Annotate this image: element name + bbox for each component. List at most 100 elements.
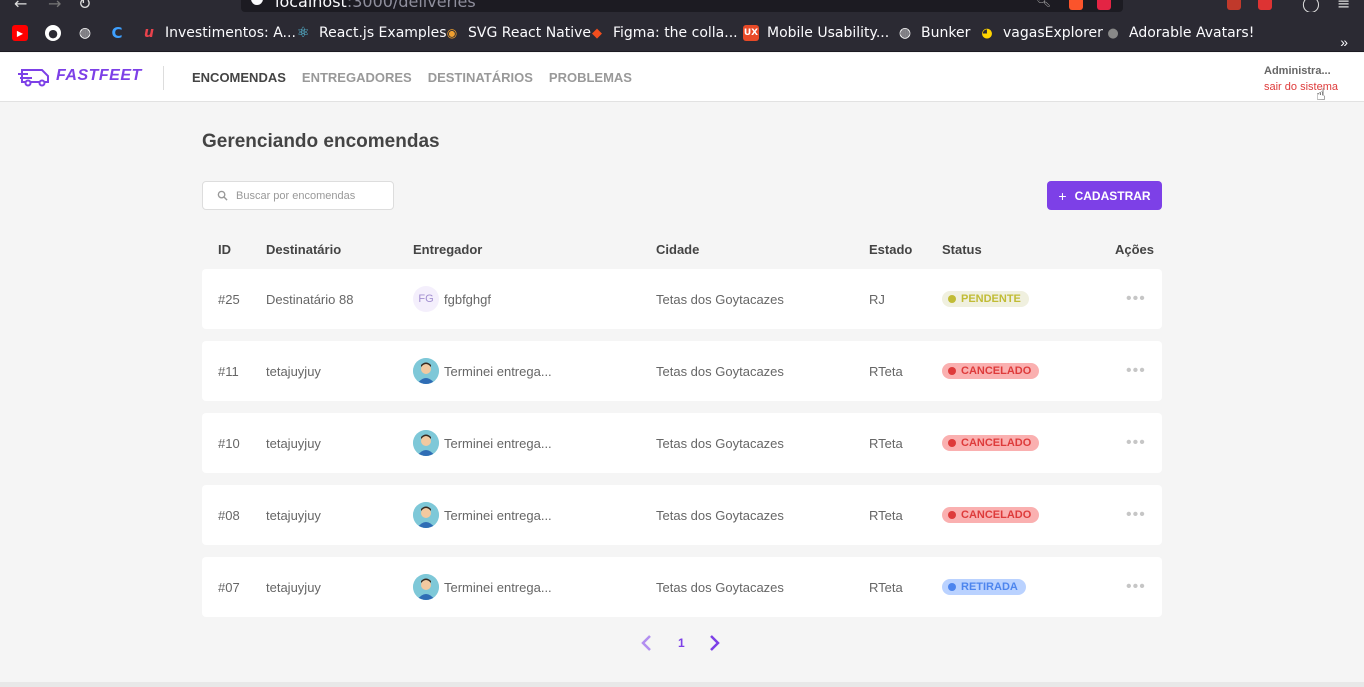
bookmark-figma[interactable]: ◆ Figma: the colla...	[589, 24, 738, 42]
status-dot-icon	[948, 511, 956, 519]
bookmarks-overflow-icon[interactable]: »	[1340, 34, 1348, 50]
bookmark-youtube[interactable]: ▶	[12, 24, 36, 42]
chevron-left-icon[interactable]	[640, 634, 652, 652]
cell-actions: •••	[1126, 413, 1146, 473]
logout-link[interactable]: sair do sistema	[1264, 81, 1338, 93]
avatar-person-icon	[413, 358, 439, 384]
horizontal-scrollbar[interactable]	[0, 682, 1364, 687]
cell-status: CANCELADO	[942, 413, 1040, 473]
cell-status: RETIRADA	[942, 557, 1026, 617]
status-badge: PENDENTE	[942, 291, 1029, 307]
cell-city: Tetas dos Goytacazes	[656, 579, 784, 595]
react-icon: ⚛	[296, 25, 310, 41]
rewards-icon[interactable]	[1097, 0, 1111, 10]
logo[interactable]: FASTFEET	[18, 65, 142, 87]
cell-actions: •••	[1126, 341, 1146, 401]
status-dot-icon	[948, 367, 956, 375]
cell-id: #07	[218, 579, 240, 595]
cell-recipient: tetajuyjuy	[266, 363, 321, 379]
account-icon[interactable]: ◯	[1302, 0, 1320, 12]
courier-name: Terminei entrega...	[444, 363, 552, 379]
avatar	[413, 574, 439, 600]
url-text: localhost:3000/deliveries	[275, 0, 476, 11]
bookmark-vagas-explorer[interactable]: ◕ vagasExplorer	[979, 24, 1103, 42]
github-icon: ●	[45, 25, 61, 41]
cell-courier: Terminei entrega...	[413, 413, 552, 473]
bookmark-mobile-usability[interactable]: UX Mobile Usability...	[743, 24, 889, 42]
logo-text: FASTFEET	[56, 67, 142, 84]
user-name: Administra...	[1264, 65, 1331, 77]
more-horizontal-icon[interactable]: •••	[1126, 434, 1146, 452]
person-icon: ●	[1107, 25, 1119, 41]
cell-id: #08	[218, 507, 240, 523]
avatar-person-icon	[413, 574, 439, 600]
youtube-icon: ▶	[12, 25, 28, 41]
col-header-actions: Ações	[1115, 242, 1155, 257]
cell-state: RTeta	[869, 507, 903, 523]
cell-city: Tetas dos Goytacazes	[656, 507, 784, 523]
cell-city: Tetas dos Goytacazes	[656, 363, 784, 379]
cell-status: PENDENTE	[942, 269, 1029, 329]
brave-shield-icon[interactable]	[1069, 0, 1083, 10]
search-input[interactable]	[236, 189, 376, 202]
more-horizontal-icon[interactable]: •••	[1126, 362, 1146, 380]
nav-encomendas[interactable]: ENCOMENDAS	[192, 70, 286, 85]
cell-courier: FG fgbfghgf	[413, 269, 491, 329]
status-dot-icon	[948, 583, 956, 591]
bookmark-globe[interactable]: ◍	[77, 24, 101, 42]
avatar	[413, 358, 439, 384]
extension-2-icon[interactable]	[1258, 0, 1272, 10]
add-delivery-button[interactable]: + CADASTRAR	[1047, 181, 1162, 210]
search-icon	[217, 190, 228, 201]
col-header-city: Cidade	[656, 242, 700, 257]
more-horizontal-icon[interactable]: •••	[1126, 578, 1146, 596]
courier-name: fgbfghgf	[444, 291, 491, 307]
globe-icon: ◍	[78, 25, 92, 41]
site-info-icon[interactable]	[251, 0, 263, 5]
avatar: FG	[413, 286, 439, 312]
address-bar[interactable]: localhost:3000/deliveries 🔍︎	[241, 0, 1123, 12]
bookmark-c[interactable]: C	[109, 24, 133, 42]
status-badge: CANCELADO	[942, 363, 1040, 379]
bookmark-svg-react-native[interactable]: ◉ SVG React Native	[444, 24, 591, 42]
table-row: #07 tetajuyjuy Terminei entrega... Tetas…	[202, 557, 1162, 617]
col-header-id: ID	[218, 242, 231, 257]
extension-icon[interactable]	[1227, 0, 1241, 10]
status-dot-icon	[948, 295, 956, 303]
nav-entregadores[interactable]: ENTREGADORES	[302, 70, 412, 85]
menu-icon[interactable]: ≡	[1337, 0, 1350, 12]
bookmark-react-examples[interactable]: ⚛ React.js Examples	[295, 24, 447, 42]
courier-name: Terminei entrega...	[444, 435, 552, 451]
bookmark-investimentos[interactable]: u Investimentos: A...	[141, 24, 296, 42]
bookmark-bunker[interactable]: ◍ Bunker	[897, 24, 970, 42]
status-dot-icon	[948, 439, 956, 447]
avatar-person-icon	[413, 430, 439, 456]
nav-problemas[interactable]: PROBLEMAS	[549, 70, 632, 85]
browser-toolbar: ← → ↻ localhost:3000/deliveries 🔍︎ ◯ ≡	[0, 0, 1364, 12]
reload-icon[interactable]: ↻	[78, 0, 91, 12]
zoom-icon[interactable]: 🔍︎	[1036, 0, 1051, 8]
cell-actions: •••	[1126, 485, 1146, 545]
bookmark-github[interactable]: ●	[45, 24, 69, 42]
main-nav: ENCOMENDAS ENTREGADORES DESTINATÁRIOS PR…	[192, 70, 648, 85]
nav-destinatarios[interactable]: DESTINATÁRIOS	[428, 70, 533, 85]
more-horizontal-icon[interactable]: •••	[1126, 506, 1146, 524]
globe-icon: ◍	[898, 25, 912, 41]
status-badge: RETIRADA	[942, 579, 1026, 595]
page-number[interactable]: 1	[678, 636, 685, 650]
table-row: #25 Destinatário 88 FG fgbfghgf Tetas do…	[202, 269, 1162, 329]
bookmark-adorable-avatars[interactable]: ● Adorable Avatars!	[1105, 24, 1254, 42]
cell-recipient: tetajuyjuy	[266, 507, 321, 523]
chevron-right-icon[interactable]	[709, 634, 721, 652]
plus-icon: +	[1058, 187, 1067, 204]
courier-name: Terminei entrega...	[444, 579, 552, 595]
forward-icon[interactable]: →	[48, 0, 61, 12]
cell-recipient: Destinatário 88	[266, 291, 354, 307]
search-box[interactable]	[202, 181, 394, 210]
cell-city: Tetas dos Goytacazes	[656, 435, 784, 451]
more-horizontal-icon[interactable]: •••	[1126, 290, 1146, 308]
back-icon[interactable]: ←	[14, 0, 27, 12]
col-header-recipient: Destinatário	[266, 242, 342, 257]
cell-courier: Terminei entrega...	[413, 485, 552, 545]
cell-state: RTeta	[869, 579, 903, 595]
